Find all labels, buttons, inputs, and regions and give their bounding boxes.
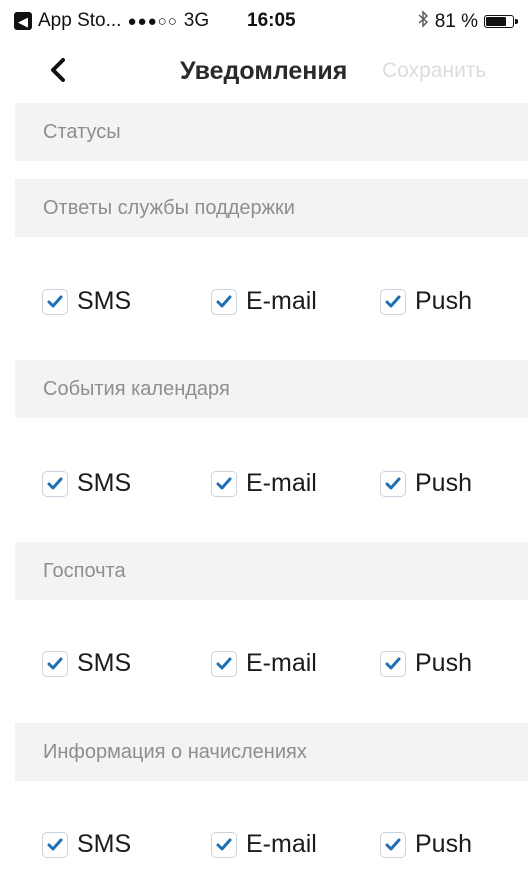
battery-level	[486, 17, 507, 26]
checkbox[interactable]	[380, 831, 406, 858]
checkmark-icon	[47, 477, 63, 490]
bluetooth-icon	[417, 10, 429, 33]
gospochta-options-row: SMS E-mail Push	[0, 649, 528, 689]
charges-email-option[interactable]: E-mail	[211, 830, 317, 859]
checkmark-icon	[47, 657, 63, 670]
signal-strength-icon: ●●●○○	[127, 12, 178, 30]
charges-sms-option[interactable]: SMS	[42, 830, 131, 859]
charges-push-option[interactable]: Push	[380, 830, 472, 859]
checkmark-icon	[385, 295, 401, 308]
checkmark-icon	[216, 838, 232, 851]
option-label: SMS	[77, 649, 132, 677]
section-header-calendar: События календаря	[15, 360, 528, 418]
status-time: 16:05	[247, 10, 296, 31]
checkmark-icon	[216, 295, 232, 308]
option-label: E-mail	[246, 469, 317, 497]
calendar-options-row: SMS E-mail Push	[0, 469, 528, 509]
support-push-option[interactable]: Push	[380, 287, 472, 316]
checkbox[interactable]	[42, 470, 68, 497]
option-label: Push	[415, 649, 472, 677]
section-header-support: Ответы службы поддержки	[15, 179, 528, 237]
option-label: SMS	[77, 469, 132, 497]
checkbox[interactable]	[42, 650, 68, 677]
support-email-option[interactable]: E-mail	[211, 287, 317, 316]
calendar-sms-option[interactable]: SMS	[42, 469, 131, 498]
checkbox[interactable]	[380, 288, 406, 315]
section-header-charges: Информация о начислениях	[15, 723, 528, 781]
charges-options-row: SMS E-mail Push	[0, 830, 528, 870]
option-label: E-mail	[246, 287, 317, 315]
status-bar: ◀ App Sto... ●●●○○ 3G 16:05 81 %	[0, 0, 528, 40]
checkbox[interactable]	[380, 470, 406, 497]
checkbox[interactable]	[211, 288, 237, 315]
calendar-push-option[interactable]: Push	[380, 469, 472, 498]
checkbox[interactable]	[211, 470, 237, 497]
option-label: Push	[415, 830, 472, 858]
gospochta-email-option[interactable]: E-mail	[211, 649, 317, 678]
navigation-bar: Уведомления Сохранить	[0, 40, 528, 102]
back-button[interactable]	[42, 54, 74, 86]
battery-icon	[484, 15, 518, 28]
section-header-gospochta: Госпочта	[15, 542, 528, 600]
option-label: Push	[415, 287, 472, 315]
checkbox[interactable]	[42, 831, 68, 858]
status-bar-right: 81 %	[417, 10, 518, 33]
checkmark-icon	[216, 477, 232, 490]
status-bar-left: ◀ App Sto... ●●●○○ 3G	[14, 10, 209, 32]
page-title: Уведомления	[180, 57, 348, 85]
checkmark-icon	[385, 657, 401, 670]
option-label: Push	[415, 469, 472, 497]
calendar-email-option[interactable]: E-mail	[211, 469, 317, 498]
checkmark-icon	[47, 295, 63, 308]
support-sms-option[interactable]: SMS	[42, 287, 131, 316]
checkmark-icon	[216, 657, 232, 670]
checkbox[interactable]	[211, 831, 237, 858]
chevron-left-icon	[51, 58, 65, 82]
checkmark-icon	[47, 838, 63, 851]
option-label: SMS	[77, 287, 132, 315]
checkbox[interactable]	[211, 650, 237, 677]
gospochta-sms-option[interactable]: SMS	[42, 649, 131, 678]
back-to-app-icon[interactable]: ◀	[14, 12, 32, 30]
back-to-app-label[interactable]: App Sto...	[38, 10, 121, 32]
checkmark-icon	[385, 477, 401, 490]
option-label: E-mail	[246, 830, 317, 858]
checkmark-icon	[385, 838, 401, 851]
option-label: SMS	[77, 830, 132, 858]
checkbox[interactable]	[42, 288, 68, 315]
save-button[interactable]: Сохранить	[382, 59, 486, 83]
support-options-row: SMS E-mail Push	[0, 287, 528, 327]
checkbox[interactable]	[380, 650, 406, 677]
gospochta-push-option[interactable]: Push	[380, 649, 472, 678]
section-header-statuses: Статусы	[15, 103, 528, 161]
battery-percent: 81 %	[434, 10, 478, 32]
network-type: 3G	[183, 10, 210, 31]
option-label: E-mail	[246, 649, 317, 677]
